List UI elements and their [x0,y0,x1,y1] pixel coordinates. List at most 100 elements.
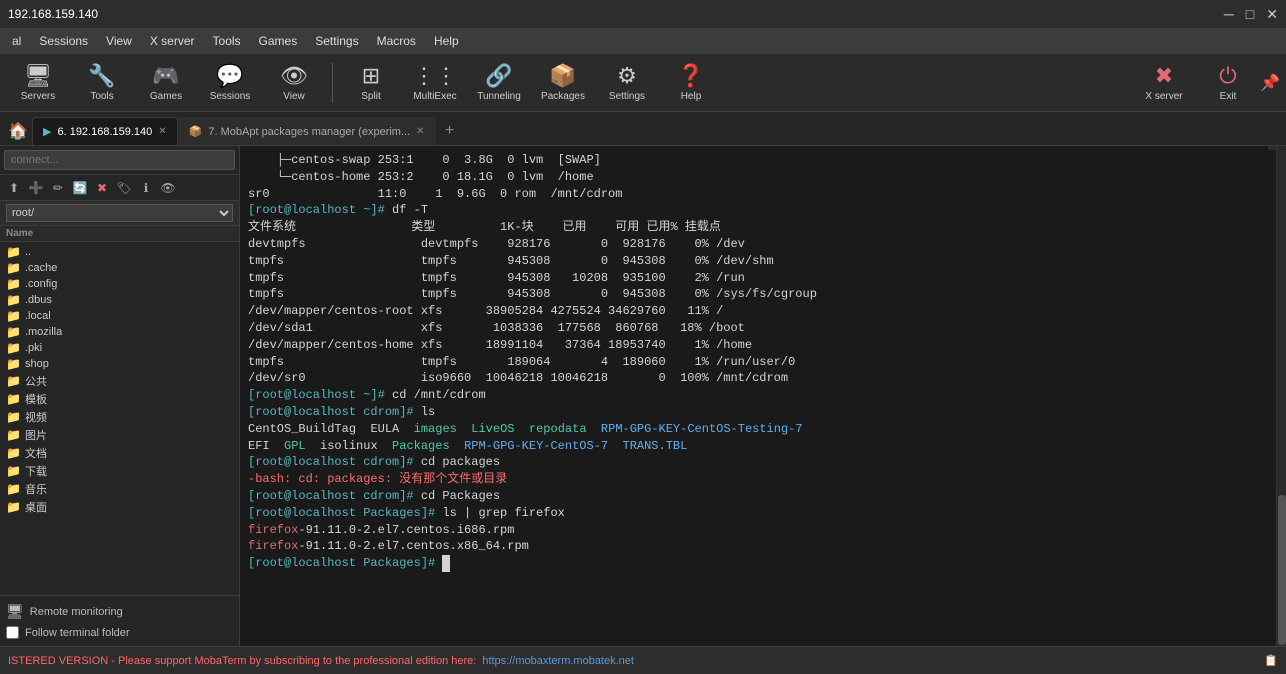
tab-home-button[interactable]: 🏠 [4,117,32,145]
file-name: .cache [25,262,57,274]
term-cmd: ls [421,405,435,419]
sidebar-tool-delete[interactable]: ✖ [92,178,112,198]
folder-icon: 📁 [6,293,21,307]
file-item[interactable]: 📁文档 [0,444,239,462]
file-item[interactable]: 📁shop [0,356,239,372]
file-name: .local [25,310,51,322]
path-select[interactable]: root/ [6,204,233,222]
follow-terminal-item[interactable]: Follow terminal folder [6,623,233,642]
menu-macros[interactable]: Macros [369,32,424,50]
sidebar-tool-up[interactable]: ⬆ [4,178,24,198]
file-item[interactable]: 📁 .cache [0,260,239,276]
cursor [442,555,450,572]
sidebar-tool-info[interactable]: ℹ [136,178,156,198]
toolbar-exit-button[interactable]: ⏻ Exit [1198,58,1258,108]
menu-bar: al Sessions View X server Tools Games Se… [0,28,1286,54]
toolbar-split-label: Split [361,91,380,102]
split-icon: ⊞ [362,63,380,89]
minimize-button[interactable]: ─ [1224,6,1234,23]
menu-view[interactable]: View [98,32,140,50]
tab-add-button[interactable]: + [436,117,464,145]
file-item[interactable]: 📁 音乐 [0,480,239,498]
file-name: 图片 [25,427,47,443]
toolbar-sessions-button[interactable]: 💬 Sessions [200,58,260,108]
toolbar-multiexec-button[interactable]: ⋮⋮ MultiExec [405,58,465,108]
sidebar-tool-hidden[interactable]: 👁 [158,178,178,198]
file-item[interactable]: 📁模板 [0,390,239,408]
toolbar-settings-button[interactable]: ⚙ Settings [597,58,657,108]
file-item[interactable]: 📁图片 [0,426,239,444]
toolbar-help-button[interactable]: ❓ Help [661,58,721,108]
toolbar-xserver-label: X server [1145,91,1182,102]
tab-1-label: 6. 192.168.159.140 [57,126,152,138]
file-item[interactable]: 📁.. [0,244,239,260]
close-button[interactable]: ✕ [1266,6,1278,23]
tab-2-close[interactable]: ✕ [416,126,424,137]
menu-settings[interactable]: Settings [307,32,366,50]
sidebar-tool-rename[interactable]: 🏷 [114,178,134,198]
file-item[interactable]: 📁 .mozilla [0,324,239,340]
toolbar-exit-label: Exit [1220,91,1237,102]
file-item[interactable]: 📁 .dbus [0,292,239,308]
pin-button[interactable]: 📌 [1262,58,1278,108]
term-cmd: cd Packages [421,489,500,503]
toolbar-games-button[interactable]: 🎮 Games [136,58,196,108]
menu-al[interactable]: al [4,32,29,50]
file-item[interactable]: 📁视频 [0,408,239,426]
toolbar-servers-button[interactable]: 🖥 Servers [8,58,68,108]
sidebar-tool-add[interactable]: ➕ [26,178,46,198]
term-prompt: [root@localhost ~]# [248,203,392,217]
toolbar-xserver-button[interactable]: ✖ X server [1134,58,1194,108]
terminal-scrollbar[interactable] [1276,146,1286,646]
remote-monitoring-item[interactable]: 🖥 Remote monitoring [6,600,233,623]
file-name: .dbus [25,294,52,306]
main-layout: ⬆ ➕ ✏ 🔄 ✖ 🏷 ℹ 👁 root/ Name 📁..📁.cache📁.c… [0,146,1286,646]
title-bar: 192.168.159.140 ─ □ ✕ [0,0,1286,28]
folder-icon: 📁 [6,261,21,275]
maximize-button[interactable]: □ [1246,6,1254,23]
multiexec-icon: ⋮⋮ [413,63,457,89]
monitor-icon: 🖥 [6,603,24,620]
toolbar-tunneling-button[interactable]: 🔗 Tunneling [469,58,529,108]
toolbar-split-button[interactable]: ⊞ Split [341,58,401,108]
terminal-line: tmpfs tmpfs 945308 0 945308 0% /dev/shm [248,253,1278,270]
menu-sessions[interactable]: Sessions [31,32,96,50]
sidebar-tool-edit[interactable]: ✏ [48,178,68,198]
file-name: .mozilla [25,326,62,338]
remote-monitoring-label: Remote monitoring [30,606,123,618]
folder-icon: 📁 [6,309,21,323]
menu-tools[interactable]: Tools [205,32,249,50]
menu-xserver[interactable]: X server [142,32,203,50]
file-name: 音乐 [25,481,47,497]
search-input[interactable] [4,150,235,170]
folder-icon: 📁 [6,325,21,339]
file-name: .. [25,246,31,258]
terminal-line: ├─centos-swap 253:1 0 3.8G 0 lvm [SWAP] [248,152,1278,169]
status-link[interactable]: https://mobaxterm.mobatek.net [482,655,634,667]
terminal[interactable]: ├─centos-swap 253:1 0 3.8G 0 lvm [SWAP] … [240,146,1286,646]
term-cmd: ls | grep firefox [442,506,564,520]
file-item[interactable]: 📁下载 [0,462,239,480]
file-item[interactable]: 📁.pki [0,340,239,356]
file-item[interactable]: 📁公共 [0,372,239,390]
tab-1[interactable]: ▶ 6. 192.168.159.140 ✕ [32,117,178,145]
follow-terminal-checkbox[interactable] [6,626,19,639]
tab-2[interactable]: 📦 7. MobApt packages manager (experim...… [178,117,436,145]
file-name: 模板 [25,391,47,407]
sidebar-tool-refresh[interactable]: 🔄 [70,178,90,198]
tab-1-close[interactable]: ✕ [158,126,166,137]
folder-icon: 📁 [6,482,21,496]
file-item[interactable]: 📁 .local [0,308,239,324]
file-item[interactable]: 📁.config [0,276,239,292]
menu-help[interactable]: Help [426,32,467,50]
file-name: 下载 [25,463,47,479]
term-cmd: cd /mnt/cdrom [392,388,486,402]
status-right: 📋 [1264,654,1278,667]
toolbar-view-button[interactable]: 👁 View [264,58,324,108]
toolbar-packages-button[interactable]: 📦 Packages [533,58,593,108]
toolbar-tools-button[interactable]: 🔧 Tools [72,58,132,108]
folder-icon: 📁 [6,446,21,460]
file-item[interactable]: 📁桌面 [0,498,239,516]
menu-games[interactable]: Games [251,32,306,50]
view-icon: 👁 [280,63,308,89]
